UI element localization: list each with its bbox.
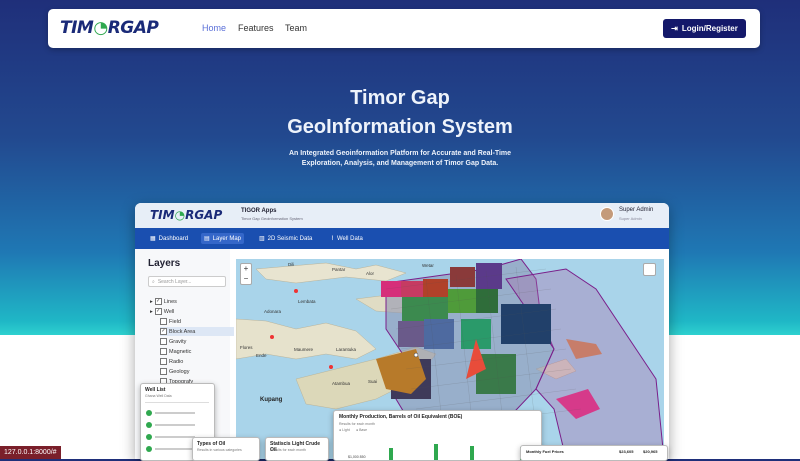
map-place-label: Ende <box>256 353 267 358</box>
login-register-button[interactable]: ⇥ Login/Register <box>663 19 746 38</box>
hero-title-line2: GeoInformation System <box>287 116 513 138</box>
user-name: Super Admin <box>619 207 654 213</box>
user-avatar[interactable] <box>600 207 614 221</box>
map-place-label: Pantar <box>332 267 346 272</box>
map-place-label: Larantuka <box>336 347 357 352</box>
well-status-icon <box>146 410 152 416</box>
layer-item-field[interactable]: Field <box>160 317 181 326</box>
caret-right-icon: ▸ <box>150 298 153 305</box>
caret-right-icon: ▸ <box>150 308 153 315</box>
types-of-oil-card: Types of Oil Results in various categori… <box>192 437 260 461</box>
menu-dashboard[interactable]: ▦ Dashboard <box>147 233 191 244</box>
monthly-production-card: Monthly Production, Barrels of Oil Equiv… <box>333 410 542 461</box>
dashboard-icon: ▦ <box>150 236 156 242</box>
brand-logo[interactable]: TIM◔RGAP <box>60 18 159 38</box>
card-title: Monthly Fuel Prices <box>526 449 564 454</box>
menu-well-data[interactable]: ⌇ Well Data <box>328 233 366 244</box>
hero-title-line1: Timor Gap <box>350 87 450 109</box>
chart-bar <box>470 446 474 460</box>
fuel-price-value: $20,965 <box>643 449 658 454</box>
map-place-label: Atambua <box>332 381 351 386</box>
app-tagline: Timor Gap Geoinformation System <box>241 216 303 221</box>
map-place-label: Lembata <box>298 299 316 304</box>
zoom-out-button[interactable]: − <box>241 274 251 284</box>
well-status-icon <box>146 434 152 440</box>
layer-item-gravity[interactable]: Gravity <box>160 337 186 346</box>
search-icon: ⌕ <box>152 278 155 285</box>
nav-features-link[interactable]: Features <box>238 23 274 33</box>
fullscreen-icon[interactable] <box>643 263 656 276</box>
well-status-icon <box>146 446 152 452</box>
card-subtitle: Results for each month <box>270 448 306 452</box>
menu-2d-seismic[interactable]: ▥ 2D Seismic Data <box>256 233 315 244</box>
menu-layer-map[interactable]: ▤ Layer Map <box>201 233 245 244</box>
card-title: Well List <box>145 387 166 393</box>
map-place-label: Suai <box>368 379 378 384</box>
layer-item-radio[interactable]: Radio <box>160 357 183 366</box>
well-status-icon <box>146 422 152 428</box>
map-place-label: Wetar <box>422 263 434 268</box>
map-place-label: Maumere <box>294 347 314 352</box>
axis-hint: $1,000 850 <box>348 455 366 459</box>
layer-item-block-area[interactable]: ✓ Block Area <box>160 327 234 336</box>
app-header: TIM◔RGAP TIGOR Apps Timor Gap Geoinforma… <box>135 203 669 228</box>
chart-bar <box>389 448 393 460</box>
card-title: Types of Oil <box>197 441 226 447</box>
app-menu-bar: ▦ Dashboard ▤ Layer Map ▥ 2D Seismic Data ⌇… <box>135 228 669 249</box>
light-crude-oil-card: Statiscis Light Crude Oil Results for ea… <box>265 437 329 461</box>
legend-light: ● Light <box>339 428 350 432</box>
map-place-label: Adonara <box>264 309 282 314</box>
zoom-in-button[interactable]: + <box>241 264 251 274</box>
nav-home-link[interactable]: Home <box>202 23 226 33</box>
login-icon: ⇥ <box>671 24 678 33</box>
card-subtitle: Results in various categories <box>197 448 242 452</box>
layer-search-input[interactable]: ⌕ Search Layer... <box>148 276 226 287</box>
legend-base: ● Base <box>356 428 368 432</box>
map-place-label: Flores <box>240 345 253 350</box>
logo-o-mark: ◔ <box>93 18 108 38</box>
fuel-price-value: $23,605 <box>619 449 634 454</box>
map-icon: ▤ <box>204 236 210 242</box>
chart-bar <box>434 444 438 460</box>
user-role: Super Admin <box>619 216 642 221</box>
map-city-label-kupang: Kupang <box>260 397 283 403</box>
layer-item-lines[interactable]: ▸ ✓ Lines <box>150 297 177 306</box>
status-url-bar: 127.0.0.1:8000/# <box>0 446 61 459</box>
hero-subtitle: An Integrated Geoinformation Platform fo… <box>288 150 512 167</box>
card-subtitle: Ghana Well Data <box>145 394 172 398</box>
top-navbar: TIM◔RGAP Home Features Team ⇥ Login/Regi… <box>48 9 760 48</box>
map-place-label: Alor <box>366 271 375 276</box>
seismic-icon: ▥ <box>259 236 265 242</box>
layer-item-magnetic[interactable]: Magnetic <box>160 347 191 356</box>
map-zoom-control[interactable]: + − <box>240 263 252 285</box>
app-name: TIGOR Apps <box>241 208 277 214</box>
layers-title: Layers <box>148 258 181 269</box>
card-subtitle: Results for each month <box>339 422 375 426</box>
nav-team-link[interactable]: Team <box>285 23 307 33</box>
card-title: Monthly Production, Barrels of Oil Equiv… <box>339 414 463 420</box>
pulse-icon: ⌇ <box>331 236 334 242</box>
layer-item-geology[interactable]: Geology <box>160 367 190 376</box>
layer-item-well[interactable]: ▸ ✓ Well <box>150 307 174 316</box>
map-place-label: Dili <box>288 262 295 267</box>
app-logo: TIM◔RGAP <box>150 208 223 222</box>
